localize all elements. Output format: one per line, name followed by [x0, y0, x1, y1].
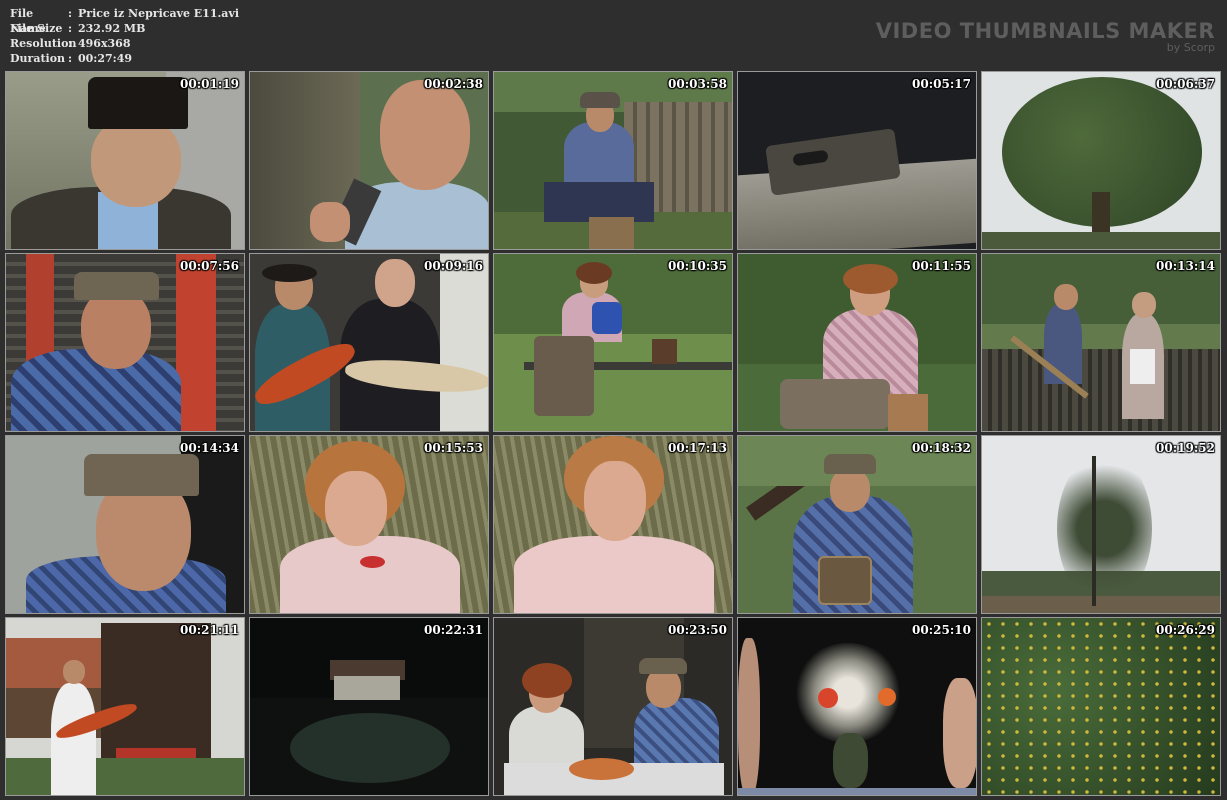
thumbnail-image [250, 254, 488, 431]
timestamp: 00:11:55 [912, 259, 971, 273]
header: File Name : Price iz Nepricave E11.avi F… [0, 0, 1227, 72]
resolution-label: Resolution [10, 37, 77, 50]
duration-label: Duration [10, 52, 66, 65]
thumbnail[interactable]: 00:21:11 [5, 617, 245, 796]
thumbnail-image [494, 254, 732, 431]
thumbnail-image [250, 618, 488, 795]
thumbnail[interactable]: 00:01:19 [5, 71, 245, 250]
resolution-row: Resolution : 496x368 [10, 36, 239, 51]
timestamp: 00:10:35 [668, 259, 727, 273]
thumbnail[interactable]: 00:13:14 [981, 253, 1221, 432]
timestamp: 00:25:10 [912, 623, 971, 637]
thumbnail-image [494, 436, 732, 613]
brand-title: VIDEO THUMBNAILS MAKER [875, 19, 1215, 43]
thumbnail-image [738, 72, 976, 249]
timestamp: 00:03:58 [668, 77, 727, 91]
file-name-value: Price iz Nepricave E11.avi [78, 7, 240, 20]
thumbnail[interactable]: 00:17:13 [493, 435, 733, 614]
file-size-label: File Size [10, 22, 63, 35]
thumbnail-image [6, 618, 244, 795]
thumbnail-image [982, 618, 1220, 795]
duration-value: 00:27:49 [78, 52, 133, 65]
timestamp: 00:21:11 [180, 623, 239, 637]
timestamp: 00:01:19 [180, 77, 239, 91]
thumbnail-grid: 00:01:19 00:02:38 00:03:58 00:05:17 00:0… [5, 71, 1221, 796]
file-name-row: File Name : Price iz Nepricave E11.avi [10, 6, 240, 35]
thumbnail[interactable]: 00:07:56 [5, 253, 245, 432]
file-size-row: File Size : 232.92 MB [10, 21, 239, 36]
timestamp: 00:22:31 [424, 623, 483, 637]
thumbnail[interactable]: 00:15:53 [249, 435, 489, 614]
thumbnail[interactable]: 00:11:55 [737, 253, 977, 432]
thumbnail[interactable]: 00:03:58 [493, 71, 733, 250]
timestamp: 00:07:56 [180, 259, 239, 273]
thumbnail-image [250, 436, 488, 613]
thumbnail[interactable]: 00:26:29 [981, 617, 1221, 796]
separator: : [68, 22, 73, 35]
timestamp: 00:19:52 [1156, 441, 1215, 455]
thumbnail[interactable]: 00:14:34 [5, 435, 245, 614]
thumbnail[interactable]: 00:25:10 [737, 617, 977, 796]
timestamp: 00:17:13 [668, 441, 727, 455]
separator: : [68, 7, 73, 20]
separator: : [68, 37, 73, 50]
file-size-value: 232.92 MB [78, 22, 146, 35]
thumbnail[interactable]: 00:10:35 [493, 253, 733, 432]
thumbnail-image [6, 254, 244, 431]
file-info: File Name : Price iz Nepricave E11.avi F… [10, 6, 239, 66]
timestamp: 00:06:37 [1156, 77, 1215, 91]
thumbnail-image [738, 618, 976, 795]
thumbnail-image [494, 72, 732, 249]
thumbnail-image [494, 618, 732, 795]
timestamp: 00:26:29 [1156, 623, 1215, 637]
timestamp: 00:05:17 [912, 77, 971, 91]
thumbnail[interactable]: 00:02:38 [249, 71, 489, 250]
resolution-value: 496x368 [78, 37, 131, 50]
separator: : [68, 52, 73, 65]
timestamp: 00:15:53 [424, 441, 483, 455]
thumbnail-image [250, 72, 488, 249]
thumbnail[interactable]: 00:06:37 [981, 71, 1221, 250]
timestamp: 00:02:38 [424, 77, 483, 91]
brand-subtitle: by Scorp [1166, 41, 1215, 54]
file-name-label: File Name [10, 7, 46, 35]
thumbnail-image [6, 72, 244, 249]
thumbnail[interactable]: 00:19:52 [981, 435, 1221, 614]
timestamp: 00:14:34 [180, 441, 239, 455]
timestamp: 00:18:32 [912, 441, 971, 455]
thumbnail[interactable]: 00:22:31 [249, 617, 489, 796]
thumbnail-image [738, 254, 976, 431]
timestamp: 00:13:14 [1156, 259, 1215, 273]
thumbnail[interactable]: 00:23:50 [493, 617, 733, 796]
brand-logo: VIDEO THUMBNAILS MAKER by Scorp [876, 20, 1215, 54]
timestamp: 00:09:16 [424, 259, 483, 273]
timestamp: 00:23:50 [668, 623, 727, 637]
thumbnail[interactable]: 00:18:32 [737, 435, 977, 614]
thumbnail[interactable]: 00:05:17 [737, 71, 977, 250]
thumbnail-image [982, 254, 1220, 431]
thumbnail-image [982, 72, 1220, 249]
thumbnail[interactable]: 00:09:16 [249, 253, 489, 432]
thumbnail-image [982, 436, 1220, 613]
thumbnail-image [738, 436, 976, 613]
thumbnail-image [6, 436, 244, 613]
duration-row: Duration : 00:27:49 [10, 51, 239, 66]
